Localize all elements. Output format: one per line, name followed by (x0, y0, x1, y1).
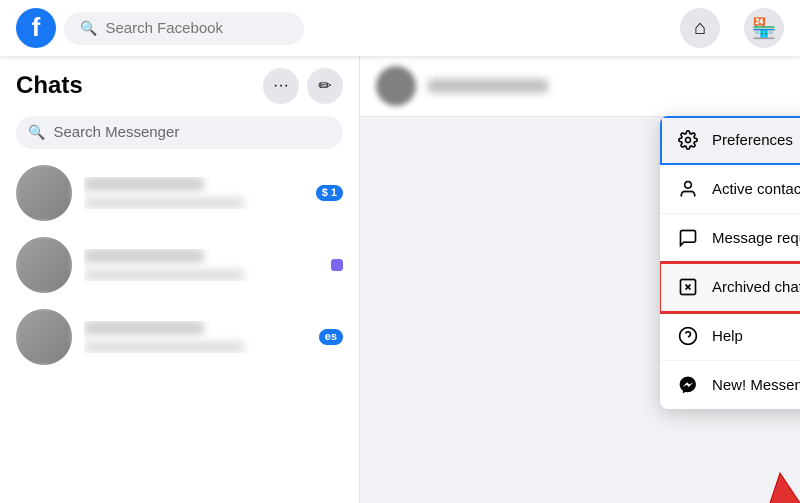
store-icon: 🏪 (752, 16, 777, 41)
chat-badge: es (319, 329, 343, 345)
chats-title: Chats (16, 72, 255, 100)
facebook-logo-letter: f (32, 14, 41, 40)
facebook-logo[interactable]: f (16, 8, 56, 48)
message-requests-label: Message requests (712, 230, 800, 247)
chat-info (84, 249, 319, 281)
navbar-right: ⌂ 🏪 (680, 8, 784, 48)
menu-item-new-messenger[interactable]: New! Messenger for... (660, 361, 800, 409)
conversation-avatar (376, 66, 416, 106)
menu-item-help[interactable]: Help (660, 312, 800, 361)
chats-header: Chats ··· ✏ (0, 56, 359, 112)
search-messenger-icon: 🔍 (28, 124, 45, 141)
chat-item[interactable] (0, 229, 359, 301)
search-bar[interactable]: 🔍 (64, 12, 304, 45)
chat-name (84, 249, 204, 263)
menu-item-preferences[interactable]: Preferences (660, 116, 800, 165)
more-options-icon: ··· (273, 77, 289, 95)
avatar (16, 309, 72, 365)
chat-preview (84, 269, 244, 281)
store-button[interactable]: 🏪 (744, 8, 784, 48)
message-requests-icon (676, 226, 700, 250)
chat-item[interactable]: $ 1 (0, 157, 359, 229)
avatar (16, 237, 72, 293)
chat-preview (84, 341, 244, 353)
conversation-name (428, 79, 548, 93)
navbar: f 🔍 ⌂ 🏪 (0, 0, 800, 56)
home-button[interactable]: ⌂ (680, 8, 720, 48)
menu-item-message-requests[interactable]: Message requests (660, 214, 800, 263)
chat-badge: $ 1 (316, 185, 343, 201)
search-messenger-placeholder: Search Messenger (53, 124, 179, 141)
search-facebook-input[interactable] (105, 20, 288, 37)
more-options-button[interactable]: ··· (263, 68, 299, 104)
preferences-icon (676, 128, 700, 152)
new-message-icon: ✏ (318, 76, 331, 96)
new-messenger-label: New! Messenger for... (712, 377, 800, 394)
purple-badge (331, 259, 343, 271)
home-icon: ⌂ (694, 17, 706, 40)
new-message-button[interactable]: ✏ (307, 68, 343, 104)
dropdown-menu: Preferences Active contacts Message (660, 116, 800, 409)
help-icon (676, 324, 700, 348)
avatar (16, 165, 72, 221)
chat-name (84, 177, 204, 191)
chat-item[interactable]: es (0, 301, 359, 373)
chat-info (84, 321, 307, 353)
chats-sidebar: Chats ··· ✏ 🔍 Search Messenger $ (0, 56, 360, 503)
preferences-label: Preferences (712, 132, 793, 149)
menu-item-active-contacts[interactable]: Active contacts (660, 165, 800, 214)
active-contacts-icon (676, 177, 700, 201)
chat-name (84, 321, 204, 335)
archived-chats-icon (676, 275, 700, 299)
chat-preview (84, 197, 244, 209)
search-messenger[interactable]: 🔍 Search Messenger (16, 116, 343, 149)
menu-item-archived-chats[interactable]: Archived chats (660, 263, 800, 312)
help-label: Help (712, 328, 743, 345)
chat-info (84, 177, 304, 209)
active-contacts-label: Active contacts (712, 181, 800, 198)
conversation-header (360, 56, 800, 117)
right-content: Preferences Active contacts Message (360, 56, 800, 503)
search-icon-nav: 🔍 (80, 20, 97, 37)
new-messenger-icon (676, 373, 700, 397)
main-layout: Chats ··· ✏ 🔍 Search Messenger $ (0, 56, 800, 503)
chat-list: $ 1 (0, 157, 359, 503)
archived-chats-label: Archived chats (712, 279, 800, 296)
